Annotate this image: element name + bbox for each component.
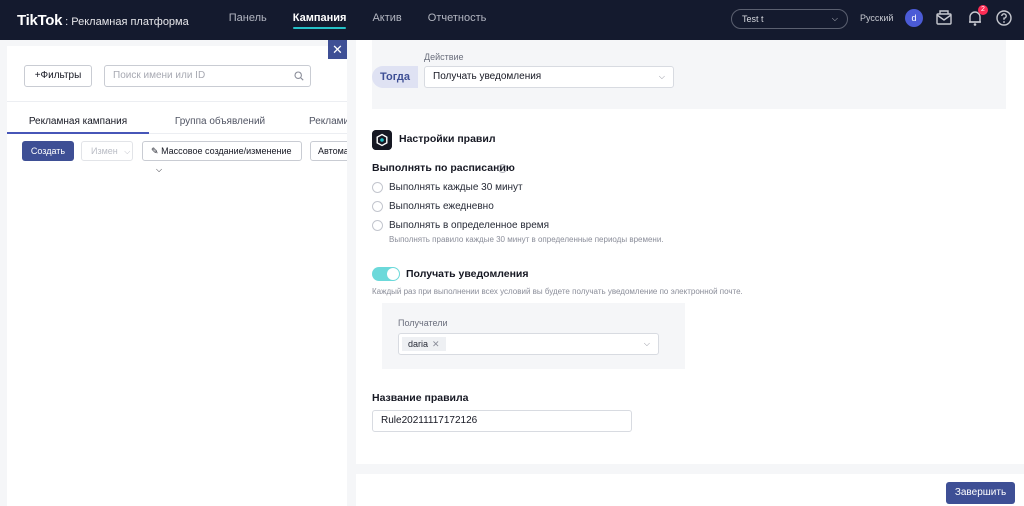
- campaign-list-panel: +Фильтры Поиск имени или ID Рекламная ка…: [7, 46, 350, 506]
- schedule-title: Выполнять по расписанию: [372, 162, 515, 174]
- info-icon[interactable]: ?: [498, 164, 507, 173]
- nav-assets[interactable]: Актив: [359, 0, 414, 40]
- recipients-label: Получатели: [398, 318, 448, 328]
- tab-campaign[interactable]: Рекламная кампания: [7, 112, 149, 134]
- action-select[interactable]: Получать уведомления ⌵: [424, 66, 674, 88]
- filters-button[interactable]: +Фильтры: [24, 65, 92, 87]
- radio-label: Выполнять ежедневно: [389, 200, 494, 212]
- radio-label: Выполнять в определенное время: [389, 219, 550, 231]
- recipients-section: Получатели daria ✕ ⌵: [382, 303, 685, 369]
- nav-dashboard[interactable]: Панель: [216, 0, 280, 40]
- recipient-tag-label: daria: [408, 339, 429, 349]
- tiktok-ads-logo[interactable]: TikTok : Рекламная платформа: [17, 12, 189, 29]
- schedule-option-daily[interactable]: Выполнять ежедневно: [372, 199, 494, 213]
- action-select-value: Получать уведомления: [433, 71, 542, 82]
- schedule-option-every-30-min[interactable]: Выполнять каждые 30 минут: [372, 180, 523, 194]
- filter-bar: +Фильтры Поиск имени или ID: [7, 46, 347, 102]
- finish-button[interactable]: Завершить: [946, 482, 1015, 504]
- rule-settings-drawer: Действие Тогда Получать уведомления ⌵ На…: [347, 40, 1024, 506]
- close-icon: ✕: [332, 42, 343, 57]
- rule-name-input[interactable]: Rule20211117172126: [372, 410, 632, 432]
- mass-create-edit-button[interactable]: ✎ Массовое создание/изменение ⌵: [142, 141, 302, 174]
- logo-sub-text: : Рекламная платформа: [65, 15, 189, 28]
- search-icon: [294, 71, 304, 81]
- notifications-title: Получать уведомления: [406, 268, 529, 280]
- radio-button[interactable]: [372, 219, 383, 231]
- drawer-footer: Завершить: [356, 474, 1024, 506]
- chevron-down-icon: ⌵: [831, 14, 838, 23]
- messages-icon[interactable]: [935, 9, 953, 27]
- chevron-down-icon: ⌵: [156, 165, 163, 174]
- radio-label: Выполнять каждые 30 минут: [389, 181, 523, 193]
- user-avatar[interactable]: d: [905, 9, 923, 27]
- recipient-tag: daria ✕: [402, 337, 446, 351]
- tab-ad[interactable]: Реклами: [291, 112, 347, 134]
- logo-main-text: TikTok: [17, 11, 63, 29]
- search-input[interactable]: Поиск имени или ID: [104, 65, 311, 87]
- edit-button[interactable]: Измен ⌵: [81, 141, 133, 161]
- search-placeholder: Поиск имени или ID: [113, 70, 206, 81]
- close-drawer-button[interactable]: ✕: [328, 40, 347, 59]
- account-name: Test t: [742, 14, 764, 24]
- rule-settings-title: Настройки правил: [399, 133, 496, 145]
- action-section: Действие Тогда Получать уведомления ⌵: [372, 40, 1006, 109]
- schedule-option-specific-time[interactable]: Выполнять в определенное время: [372, 218, 549, 232]
- level-tabs: Рекламная кампания Группа объявлений Рек…: [7, 112, 347, 134]
- action-label: Действие: [424, 52, 464, 62]
- main-nav: Панель Кампания Актив Отчетность: [216, 0, 500, 40]
- radio-button[interactable]: [372, 181, 383, 193]
- nav-campaign[interactable]: Кампания: [280, 0, 360, 40]
- top-navigation-bar: TikTok : Рекламная платформа Панель Камп…: [0, 0, 1024, 40]
- recipients-select[interactable]: daria ✕ ⌵: [398, 333, 659, 355]
- schedule-hint: Выполнять правило каждые 30 минут в опре…: [389, 235, 664, 244]
- notifications-toggle[interactable]: [372, 267, 400, 281]
- rule-name-title: Название правила: [372, 392, 469, 404]
- edit-button-label: Измен: [91, 146, 118, 156]
- language-selector[interactable]: Русский: [860, 0, 893, 36]
- rule-settings-icon: [372, 130, 392, 150]
- rule-settings-card: Действие Тогда Получать уведомления ⌵ На…: [356, 40, 1024, 464]
- chevron-down-icon: ⌵: [124, 147, 131, 156]
- mass-create-edit-label: Массовое создание/изменение: [161, 146, 292, 156]
- radio-button[interactable]: [372, 200, 383, 212]
- notification-count-badge: 2: [978, 5, 988, 15]
- account-selector[interactable]: Test t ⌵: [731, 9, 848, 29]
- chevron-down-icon: ⌵: [658, 72, 665, 81]
- notifications-hint: Каждый раз при выполнении всех условий в…: [372, 287, 743, 296]
- help-icon[interactable]: [995, 9, 1013, 27]
- automation-button[interactable]: Автома: [310, 141, 350, 161]
- bulk-edit-icon: ✎: [151, 146, 159, 156]
- chevron-down-icon: ⌵: [643, 339, 650, 348]
- create-button[interactable]: Создать: [22, 141, 74, 161]
- then-tag: Тогда: [372, 66, 418, 88]
- tab-ad-group[interactable]: Группа объявлений: [149, 112, 291, 134]
- remove-tag-icon[interactable]: ✕: [432, 339, 440, 349]
- nav-reporting[interactable]: Отчетность: [415, 0, 500, 40]
